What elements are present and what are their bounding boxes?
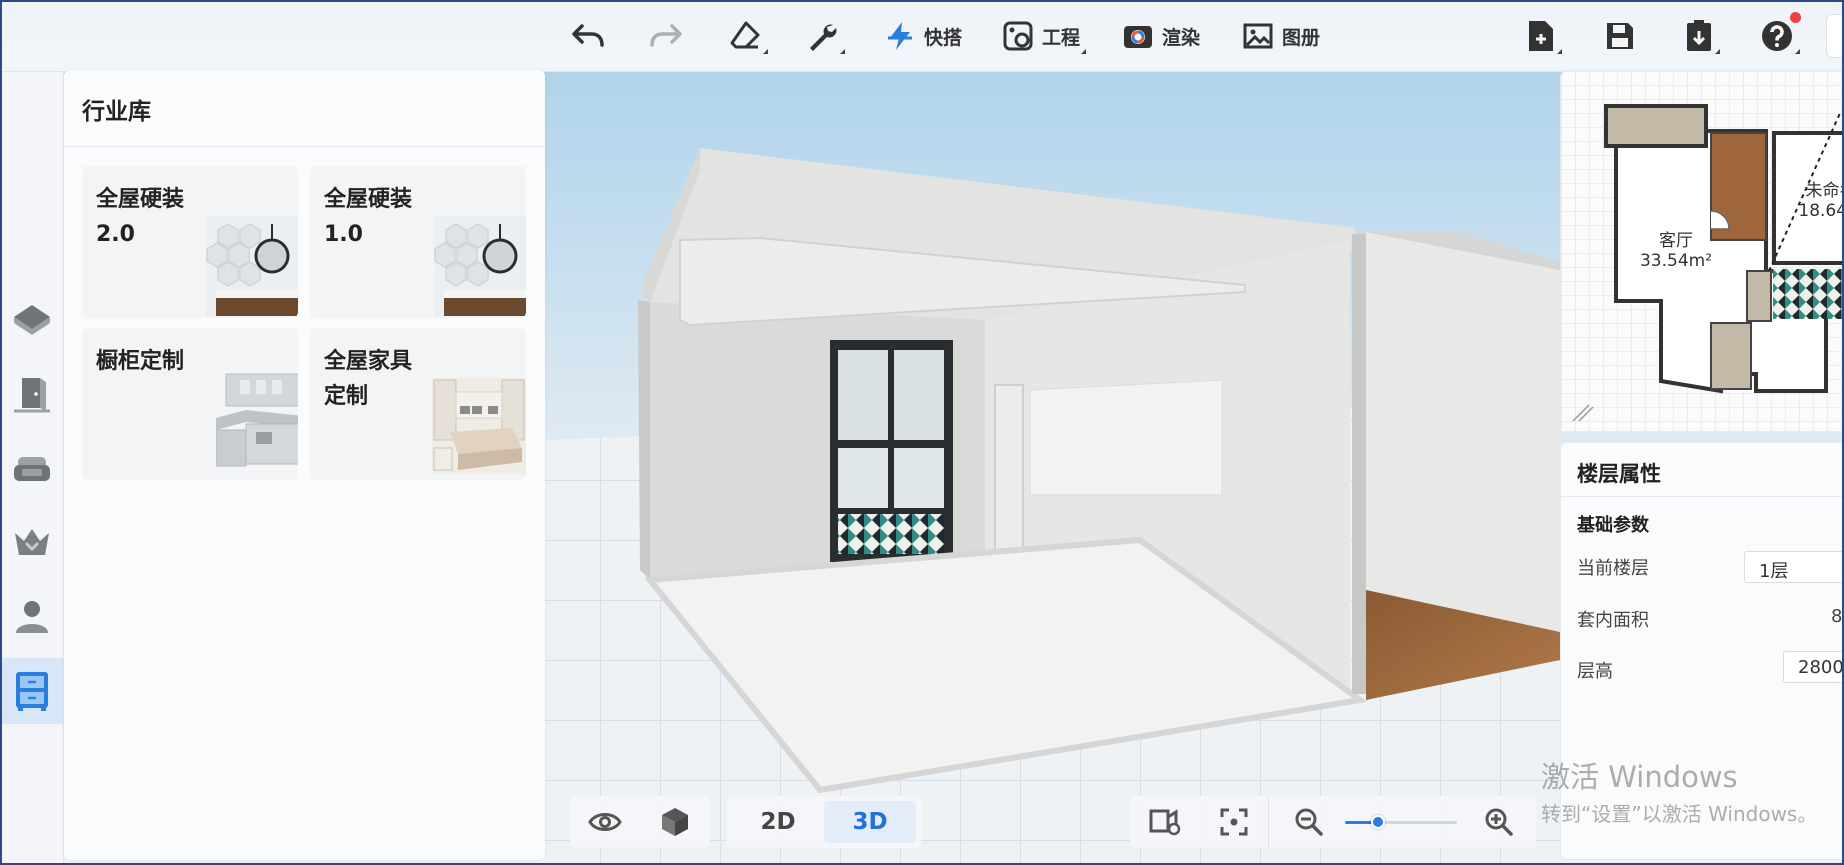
rail-item-floor[interactable] — [0, 286, 64, 352]
zoom-slider[interactable] — [1345, 821, 1457, 824]
view-controls — [570, 796, 710, 848]
project-label: 工程 — [1042, 26, 1081, 49]
room-area: 18.64m — [1798, 201, 1844, 221]
floor-icon — [14, 305, 50, 335]
focus-icon — [1220, 808, 1247, 836]
rail-item-user[interactable] — [0, 584, 64, 650]
mode-3d-button[interactable]: 3D — [824, 801, 916, 843]
left-icon-rail — [0, 72, 64, 865]
floor-height-label: 层高 — [1577, 661, 1613, 682]
help-icon — [1762, 21, 1792, 51]
quick-build-label: 快搭 — [924, 26, 963, 49]
bedroom-thumbnail — [432, 378, 526, 474]
camera-controls — [1130, 796, 1268, 848]
quick-build-button[interactable]: 快搭 — [884, 14, 962, 58]
project-button[interactable]: 工程 — [1002, 14, 1087, 58]
crown-icon — [15, 529, 49, 555]
export-icon — [1687, 20, 1711, 51]
panel-title: 行业库 — [82, 99, 151, 125]
rail-item-sofa[interactable] — [0, 436, 64, 502]
rail-item-cabinet[interactable] — [0, 658, 64, 724]
save-icon — [1607, 23, 1633, 49]
save-button[interactable] — [1604, 14, 1636, 58]
kitchen-thumbnail — [216, 373, 298, 467]
zoom-in-icon — [1485, 808, 1513, 836]
redo-button[interactable] — [648, 14, 684, 58]
gear-settings-icon — [1003, 21, 1033, 51]
zoom-slider-handle[interactable] — [1370, 815, 1385, 829]
album-icon — [1243, 23, 1273, 49]
room-area: 33.54m² — [1639, 251, 1713, 271]
export-button[interactable] — [1684, 14, 1720, 58]
floor-properties-panel: 楼层属性 基础参数 当前楼层 1层 套内面积 81 层高 2800 — [1560, 442, 1844, 860]
render-button[interactable]: 渲染 — [1122, 14, 1200, 58]
zoom-out-icon — [1295, 808, 1323, 836]
album-label: 图册 — [1282, 26, 1321, 49]
zoom-in-button[interactable] — [1477, 800, 1521, 844]
divider — [64, 146, 545, 147]
inner-area-value: 81 — [1831, 606, 1844, 627]
divider — [1561, 496, 1844, 497]
room-label-living: 客厅 33.54m² — [1621, 231, 1731, 271]
cube-view-button[interactable] — [653, 800, 697, 844]
eraser-button[interactable] — [728, 14, 768, 58]
user-icon — [16, 601, 48, 633]
cabinet-icon — [16, 672, 48, 711]
room-label-unnamed: 未命名 18.64m — [1786, 181, 1844, 221]
camera-settings-icon — [1149, 809, 1180, 836]
panel-title: 楼层属性 — [1577, 462, 1661, 486]
album-button[interactable]: 图册 — [1242, 14, 1320, 58]
card-label: 全屋家具 定制 — [324, 349, 413, 409]
floor-plan-minimap[interactable]: 客厅 33.54m² 未命名 18.64m — [1560, 70, 1844, 432]
render-label: 渲染 — [1162, 26, 1201, 49]
undo-button[interactable] — [570, 14, 606, 58]
bathroom-thumbnail — [434, 216, 526, 316]
redo-icon — [650, 24, 682, 47]
camera-settings-button[interactable] — [1143, 800, 1187, 844]
floor-height-input[interactable]: 2800 — [1783, 651, 1844, 683]
library-card-cabinet-custom[interactable]: 橱柜定制 — [82, 328, 298, 480]
notification-dot — [1790, 12, 1801, 23]
render-icon — [1124, 26, 1152, 48]
bathroom-thumbnail — [206, 216, 298, 316]
card-label: 橱柜定制 — [96, 349, 185, 374]
room-name: 未命名 — [1805, 181, 1844, 201]
room-name: 客厅 — [1659, 231, 1693, 251]
library-card-furniture-custom[interactable]: 全屋家具 定制 — [310, 328, 526, 480]
new-file-icon — [1529, 21, 1553, 51]
industry-library-panel: 行业库 全屋硬装 2.0 全屋硬装 1.0 橱柜定制 全屋家具 定制 — [64, 70, 545, 860]
focus-button[interactable] — [1212, 800, 1256, 844]
top-toolbar: 快搭 工程 渲染 图册 — [0, 0, 1844, 72]
view-mode-toggle: 2D 3D — [727, 796, 921, 848]
tools-button[interactable] — [805, 14, 845, 58]
library-card-hardwear-2[interactable]: 全屋硬装 2.0 — [82, 166, 298, 318]
card-label: 全屋硬装 2.0 — [96, 187, 185, 247]
quick-build-icon — [888, 22, 912, 50]
help-button[interactable] — [1760, 14, 1800, 58]
toolbar-overflow-button[interactable] — [1826, 14, 1844, 58]
eye-icon — [588, 813, 622, 831]
zoom-out-button[interactable] — [1287, 800, 1331, 844]
door-icon — [14, 378, 50, 413]
mode-2d-button[interactable]: 2D — [732, 801, 824, 843]
eraser-icon — [730, 21, 760, 49]
current-floor-label: 当前楼层 — [1577, 558, 1649, 579]
current-floor-select[interactable]: 1层 — [1744, 551, 1844, 583]
visibility-button[interactable] — [583, 800, 627, 844]
section-title: 基础参数 — [1577, 515, 1649, 536]
undo-icon — [572, 24, 604, 47]
new-file-button[interactable] — [1526, 14, 1562, 58]
zoom-controls — [1268, 796, 1536, 848]
library-card-hardwear-1[interactable]: 全屋硬装 1.0 — [310, 166, 526, 318]
sofa-icon — [14, 457, 50, 481]
cube-icon — [662, 808, 688, 836]
wrench-icon — [810, 24, 837, 51]
inner-area-label: 套内面积 — [1577, 610, 1649, 631]
rail-item-crown[interactable] — [0, 510, 64, 576]
rail-item-door[interactable] — [0, 362, 64, 428]
card-label: 全屋硬装 1.0 — [324, 187, 413, 247]
